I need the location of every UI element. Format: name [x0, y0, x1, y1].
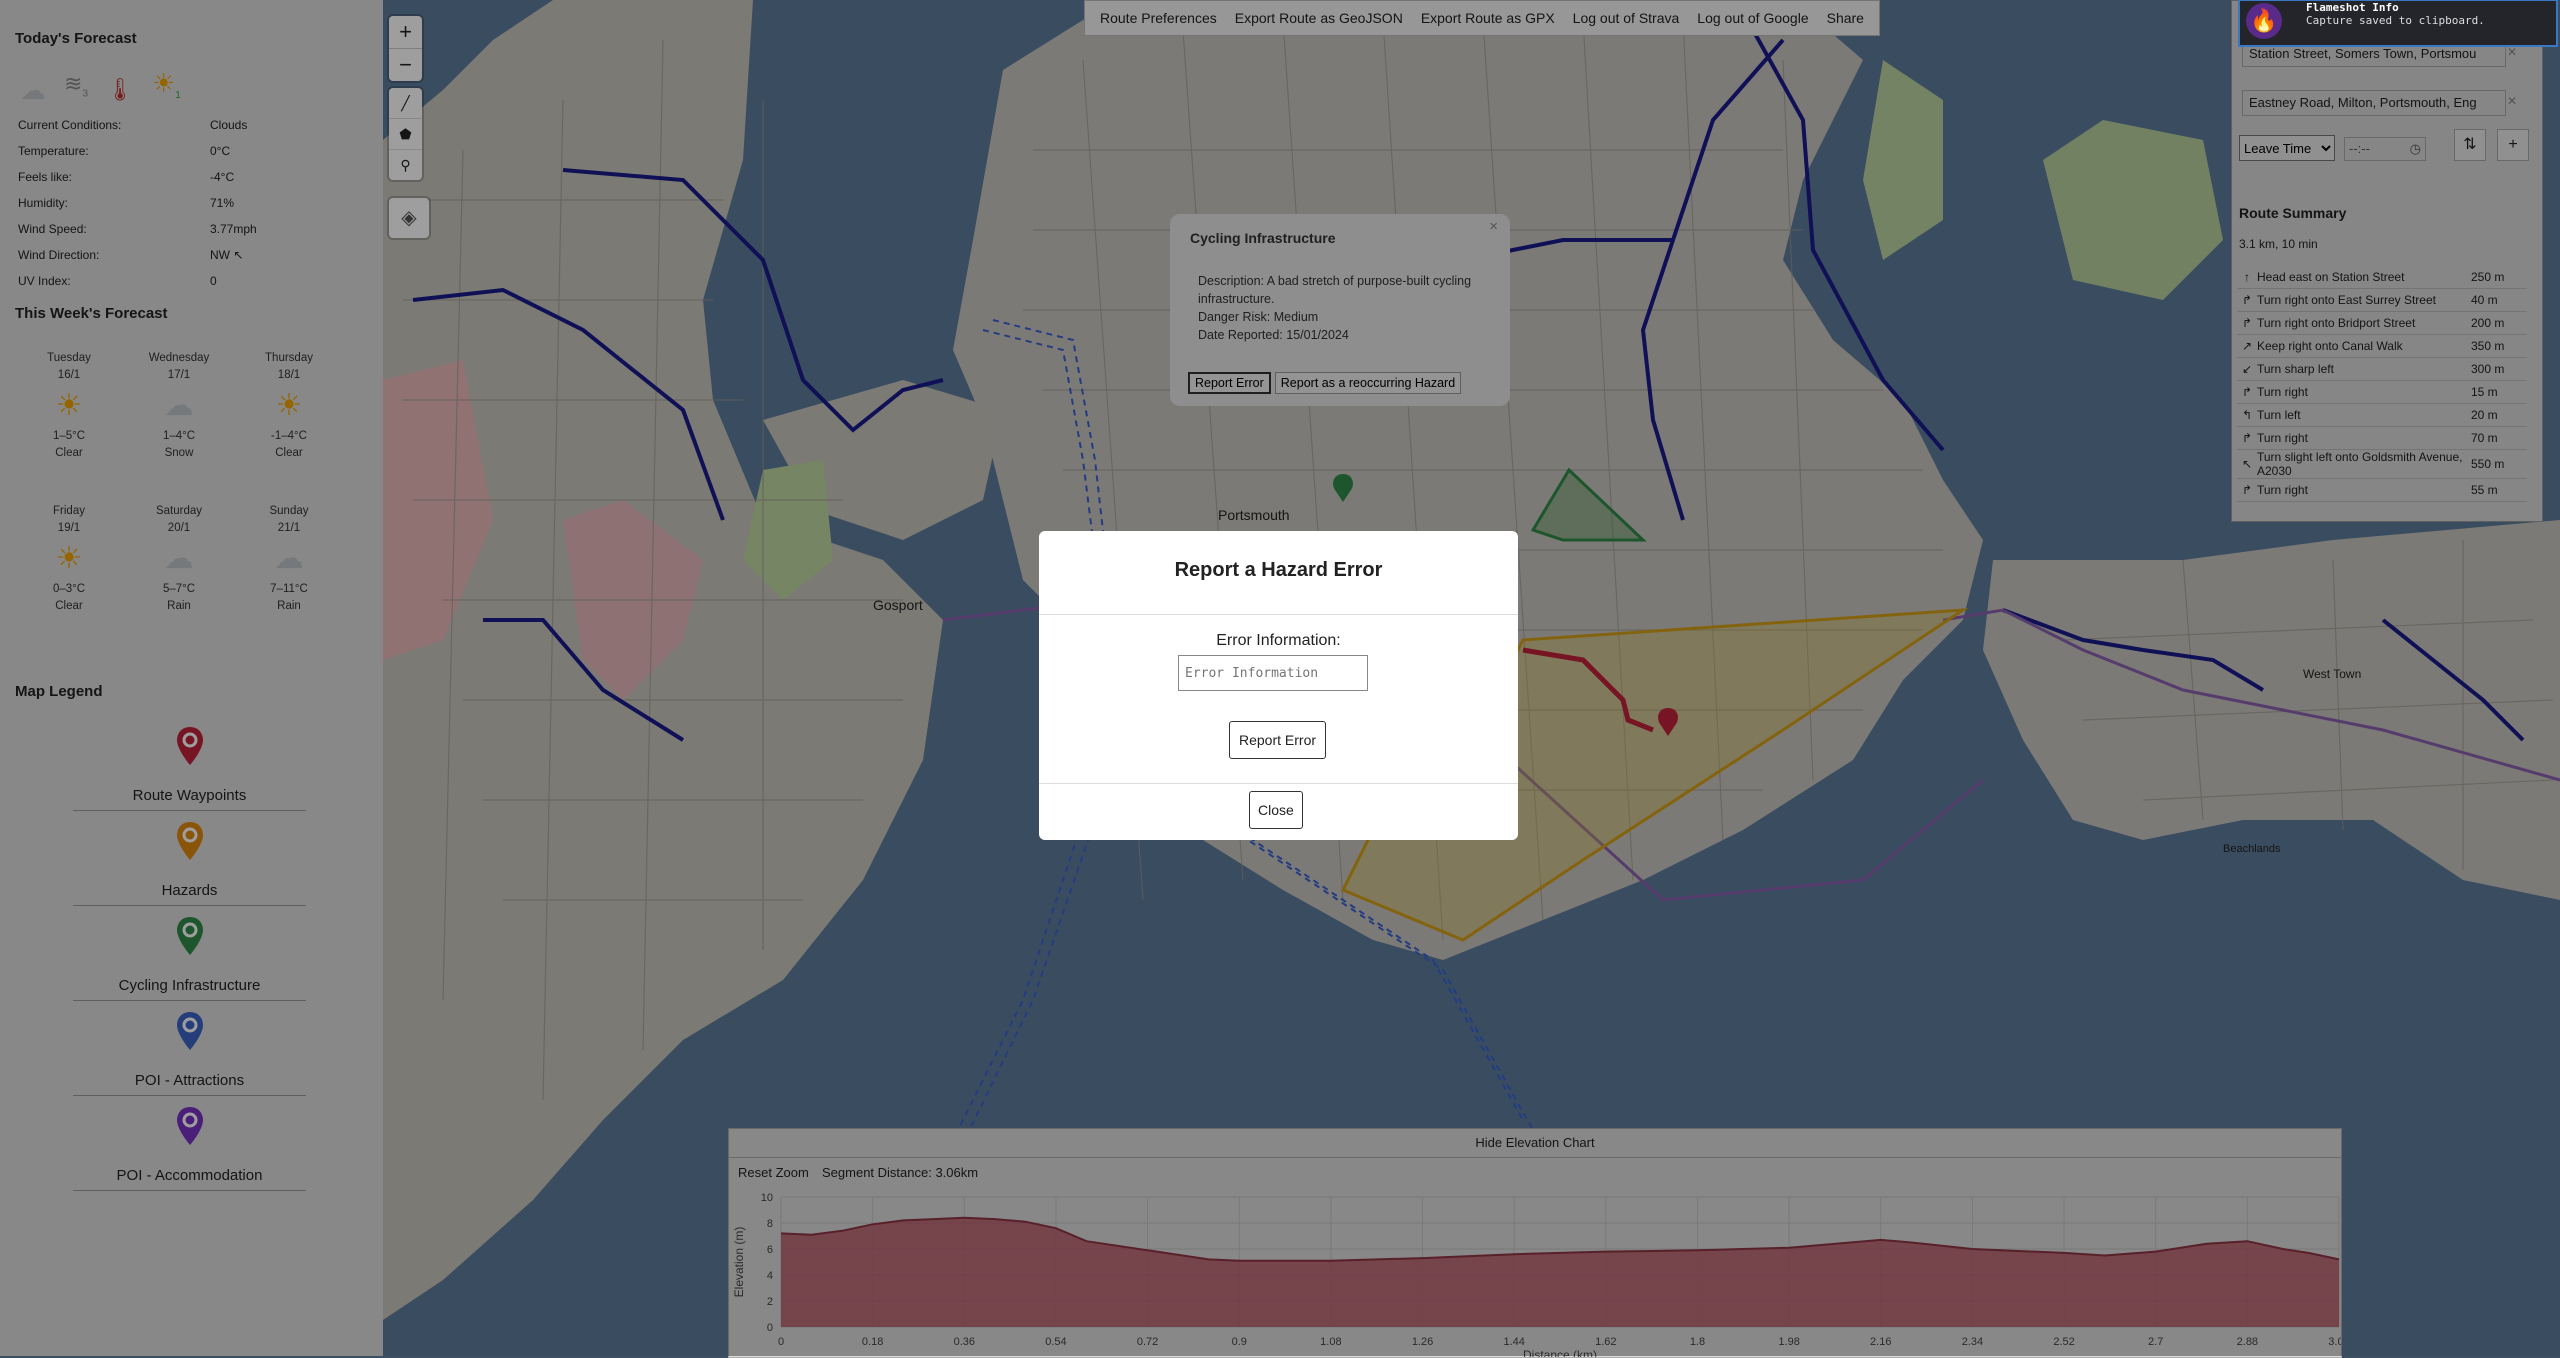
modal-title: Report a Hazard Error — [1174, 559, 1383, 581]
notification-title: Flameshot Info — [2306, 1, 2399, 14]
notification-message: Capture saved to clipboard. — [2306, 14, 2485, 27]
close-button[interactable]: Close — [1249, 791, 1303, 829]
error-information-label: Error Information: — [1216, 632, 1341, 649]
report-hazard-error-modal: Report a Hazard Error Error Information:… — [1039, 531, 1518, 840]
error-information-input[interactable] — [1178, 655, 1368, 691]
modal-divider — [1039, 614, 1518, 615]
flameshot-icon: 🔥 — [2246, 3, 2282, 39]
report-error-button[interactable]: Report Error — [1229, 721, 1327, 759]
modal-divider — [1039, 783, 1518, 784]
flameshot-notification: 🔥 Flameshot Info Capture saved to clipbo… — [2238, 0, 2558, 47]
